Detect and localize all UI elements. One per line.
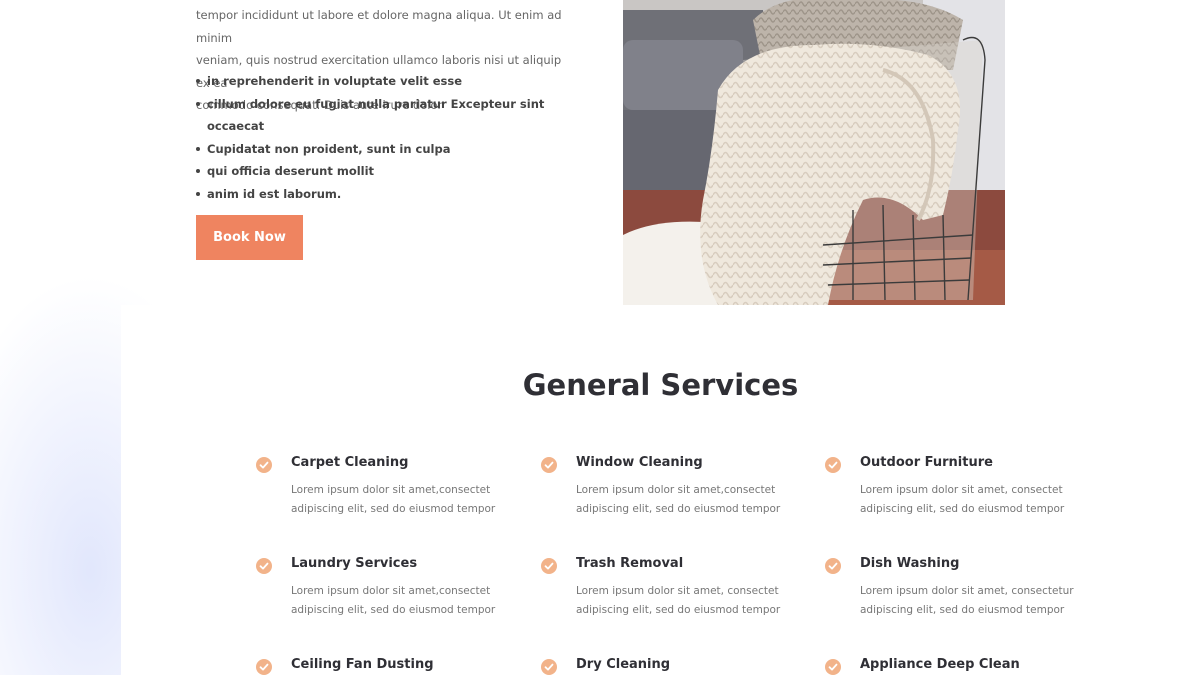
service-name: Appliance Deep Clean: [860, 657, 1020, 672]
service-name: Dish Washing: [860, 556, 960, 571]
check-circle-icon: [256, 457, 272, 473]
check-circle-icon: [825, 558, 841, 574]
book-now-button[interactable]: Book Now: [196, 215, 303, 260]
about-section: tempor incididunt ut labore et dolore ma…: [0, 0, 1200, 305]
service-description-line: Lorem ipsum dolor sit amet, consectet: [576, 585, 779, 597]
service-name: Outdoor Furniture: [860, 455, 993, 470]
service-name: Window Cleaning: [576, 455, 703, 470]
check-circle-icon: [541, 659, 557, 675]
service-name: Carpet Cleaning: [291, 455, 409, 470]
service-description-line: adipiscing elit, sed do eiusmod tempor: [860, 604, 1065, 616]
service-description-line: adipiscing elit, sed do eiusmod tempor: [291, 604, 496, 616]
service-description: Lorem ipsum dolor sit amet,consectet adi…: [291, 582, 521, 620]
service-name: Ceiling Fan Dusting: [291, 657, 434, 672]
service-description: Lorem ipsum dolor sit amet,consectet adi…: [291, 481, 521, 519]
check-circle-icon: [541, 457, 557, 473]
feature-list-item: qui officia deserunt mollit: [196, 160, 596, 183]
check-circle-icon: [825, 659, 841, 675]
service-description: Lorem ipsum dolor sit amet, consectet ad…: [576, 582, 806, 620]
service-description: Lorem ipsum dolor sit amet, consectetur …: [860, 582, 1090, 620]
feature-list-item: Cupidatat non proident, sunt in culpa: [196, 138, 596, 161]
check-circle-icon: [825, 457, 841, 473]
check-circle-icon: [256, 659, 272, 675]
service-description-line: adipiscing elit, sed do eiusmod tempor: [576, 604, 781, 616]
service-description-line: adipiscing elit, sed do eiusmod tempor: [860, 503, 1065, 515]
feature-list: in reprehenderit in voluptate velit esse…: [196, 70, 596, 205]
feature-list-item: cillum dolore eu fugiat nulla pariatur E…: [196, 93, 596, 138]
feature-list-item: in reprehenderit in voluptate velit esse: [196, 70, 596, 93]
service-name: Trash Removal: [576, 556, 684, 571]
service-description-line: adipiscing elit, sed do eiusmod tempor: [576, 503, 781, 515]
service-description-line: Lorem ipsum dolor sit amet, consectetur: [860, 585, 1074, 597]
service-description-line: Lorem ipsum dolor sit amet,consectet: [291, 585, 491, 597]
service-name: Dry Cleaning: [576, 657, 671, 672]
service-description-line: Lorem ipsum dolor sit amet,consectet: [291, 484, 491, 496]
service-description: Lorem ipsum dolor sit amet,consectet adi…: [576, 481, 806, 519]
service-name: Laundry Services: [291, 556, 418, 571]
knit-blanket-basket-photo: [623, 0, 1005, 305]
service-description: Lorem ipsum dolor sit amet, consectet ad…: [860, 481, 1090, 519]
service-description-line: Lorem ipsum dolor sit amet, consectet: [860, 484, 1063, 496]
feature-list-item: anim id est laborum.: [196, 183, 596, 206]
services-title: General Services: [522, 368, 799, 402]
check-circle-icon: [541, 558, 557, 574]
service-description-line: Lorem ipsum dolor sit amet,consectet: [576, 484, 776, 496]
service-description-line: adipiscing elit, sed do eiusmod tempor: [291, 503, 496, 515]
intro-line: tempor incididunt ut labore et dolore ma…: [196, 8, 562, 45]
check-circle-icon: [256, 558, 272, 574]
